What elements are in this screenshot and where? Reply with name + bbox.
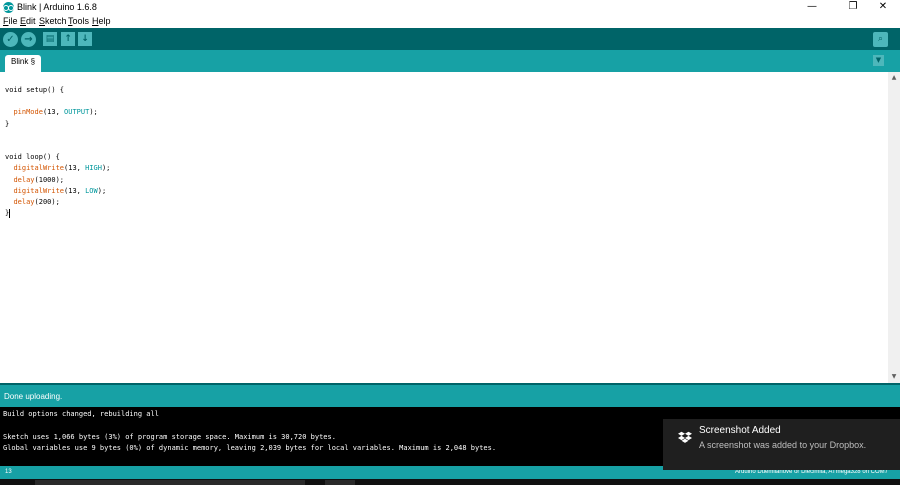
menu-sketch-label: ketch	[45, 16, 67, 26]
code-token: (200);	[34, 198, 60, 206]
code-token: (13,	[42, 108, 65, 117]
scroll-down-arrow-icon[interactable]: ▼	[888, 371, 900, 383]
menu-help-label: elp	[98, 16, 111, 26]
save-sketch-button[interactable]: ↓	[78, 32, 92, 46]
code-token-orange: pinMode	[13, 108, 43, 117]
title-bar: Blink | Arduino 1.6.8 — ❐ ✕	[0, 0, 900, 15]
tab-bar: Blink § ▼	[0, 50, 900, 72]
notification-title: Screenshot Added	[699, 425, 781, 436]
console-line: Build options changed, rebuilding all	[3, 410, 159, 418]
menu-help[interactable]: Help	[92, 16, 111, 26]
taskbar	[0, 479, 900, 485]
code-token-orange: delay	[13, 198, 35, 206]
code-line: digitalWrite(13, HIGH);	[5, 163, 110, 174]
code-line: delay(1000);	[5, 175, 64, 186]
menu-tools-label: ools	[72, 16, 90, 26]
code-token: );	[97, 186, 107, 195]
close-button[interactable]: ✕	[866, 0, 900, 14]
menu-edit[interactable]: Edit	[20, 16, 36, 26]
console-line: Sketch uses 1,066 bytes (3%) of program …	[3, 433, 336, 441]
editor-scrollbar[interactable]: ▲ ▼	[888, 72, 900, 383]
open-sketch-button[interactable]: ↑	[61, 32, 75, 46]
tab-menu-button[interactable]: ▼	[873, 55, 884, 66]
scroll-up-arrow-icon[interactable]: ▲	[888, 72, 900, 84]
code-token: (13,	[64, 164, 86, 173]
code-editor[interactable]: void setup() { pinMode(13, OUTPUT);} void…	[0, 72, 888, 383]
code-token: }	[5, 119, 10, 128]
code-token: );	[89, 108, 98, 117]
code-token-orange: digitalWrite	[13, 186, 65, 195]
notification-body: A screenshot was added to your Dropbox.	[699, 440, 867, 450]
code-token-orange: delay	[13, 175, 35, 184]
code-line: void setup() {	[5, 85, 64, 96]
window-title: Blink | Arduino 1.6.8	[17, 2, 97, 12]
menu-sketch[interactable]: Sketch	[39, 16, 67, 26]
code-line: pinMode(13, OUTPUT);	[5, 107, 98, 118]
verify-button[interactable]: ✓	[3, 32, 18, 47]
taskbar-item[interactable]	[35, 480, 305, 485]
serial-monitor-button[interactable]: ⌕	[873, 32, 888, 47]
status-message: Done uploading.	[4, 392, 63, 401]
code-token: void loop() {	[5, 153, 60, 162]
code-line: delay(200);	[5, 197, 60, 208]
dropbox-notification[interactable]: Screenshot Added A screenshot was added …	[663, 419, 900, 470]
code-line: }	[5, 208, 11, 219]
code-token-orange: digitalWrite	[13, 164, 65, 173]
code-line: }	[5, 119, 9, 130]
code-token: void setup() {	[5, 86, 65, 94]
code-token: (13,	[64, 186, 86, 195]
restore-button[interactable]: ❐	[836, 0, 870, 14]
code-token-blue: LOW	[85, 186, 98, 195]
text-cursor	[9, 208, 11, 218]
menu-edit-label: dit	[26, 16, 36, 26]
menu-file-label: ile	[8, 16, 18, 26]
new-sketch-button[interactable]: ▤	[43, 32, 57, 46]
minimize-button[interactable]: —	[795, 0, 829, 14]
menu-file[interactable]: File	[3, 16, 18, 26]
upload-button[interactable]: →	[21, 32, 36, 47]
status-bar: Done uploading.	[0, 383, 900, 407]
taskbar-item[interactable]	[325, 480, 355, 485]
line-number: 13	[5, 469, 12, 475]
menu-tools[interactable]: Tools	[68, 16, 89, 26]
code-line: digitalWrite(13, LOW);	[5, 186, 106, 197]
code-token-blue: HIGH	[85, 164, 102, 173]
code-token-blue: OUTPUT	[64, 108, 90, 117]
code-token: (1000);	[34, 175, 65, 184]
code-token: );	[101, 164, 111, 173]
console-line: Global variables use 9 bytes (0%) of dyn…	[3, 444, 497, 452]
code-line: void loop() {	[5, 152, 60, 163]
menu-bar: File Edit Sketch Tools Help	[0, 15, 900, 28]
dropbox-icon	[678, 431, 692, 443]
tab-blink[interactable]: Blink §	[5, 55, 42, 72]
toolbar: ✓ → ▤ ↑ ↓ ⌕	[0, 28, 900, 50]
arduino-logo-icon	[3, 2, 14, 13]
